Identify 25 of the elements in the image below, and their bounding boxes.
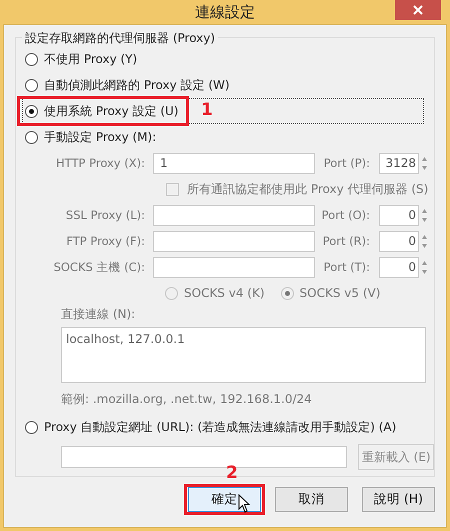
field-label: 直接連線 (N): [61, 306, 136, 323]
example-text: 範例: .mozilla.org, .net.tw, 192.168.1.0/24 [61, 391, 313, 408]
close-button[interactable] [395, 0, 441, 20]
port-label: Port (O): [320, 208, 371, 222]
radio-option[interactable]: 自動偵測此網路的 Proxy 設定 (W) [22, 72, 424, 98]
close-icon [413, 5, 423, 15]
dialog-button[interactable]: 確定 [188, 487, 261, 512]
annotation-number: 1 [201, 100, 213, 120]
field-label: FTP Proxy (F): [65, 234, 146, 248]
checkbox-label: 所有通訊協定都使用此 Proxy 代理伺服器 (S) [187, 180, 428, 198]
radio-option[interactable]: 不使用 Proxy (Y) [22, 46, 424, 72]
window-title: 連線設定 [195, 2, 255, 22]
annotation-number: 2 [226, 463, 238, 483]
field-label: HTTP Proxy (X): [55, 156, 146, 170]
port-label: Port (R): [322, 234, 371, 248]
cursor-icon [238, 494, 252, 514]
radio-option[interactable]: Proxy 自動設定網址 (URL): (若造成無法連線請改用手動設定) (A) [22, 414, 424, 440]
field-label: SSL Proxy (L): [64, 208, 146, 222]
group-legend: 設定存取網路的代理伺服器 (Proxy) [22, 30, 218, 47]
port-label: Port (T): [322, 260, 371, 274]
port-label: Port (P): [322, 156, 371, 170]
field-label: SOCKS 主機 (C): [52, 260, 146, 274]
dialog-button[interactable]: 取消 [275, 487, 348, 512]
radio-option[interactable]: 手動設定 Proxy (M): [22, 124, 424, 150]
dialog-button[interactable]: 說明 (H) [362, 487, 435, 512]
